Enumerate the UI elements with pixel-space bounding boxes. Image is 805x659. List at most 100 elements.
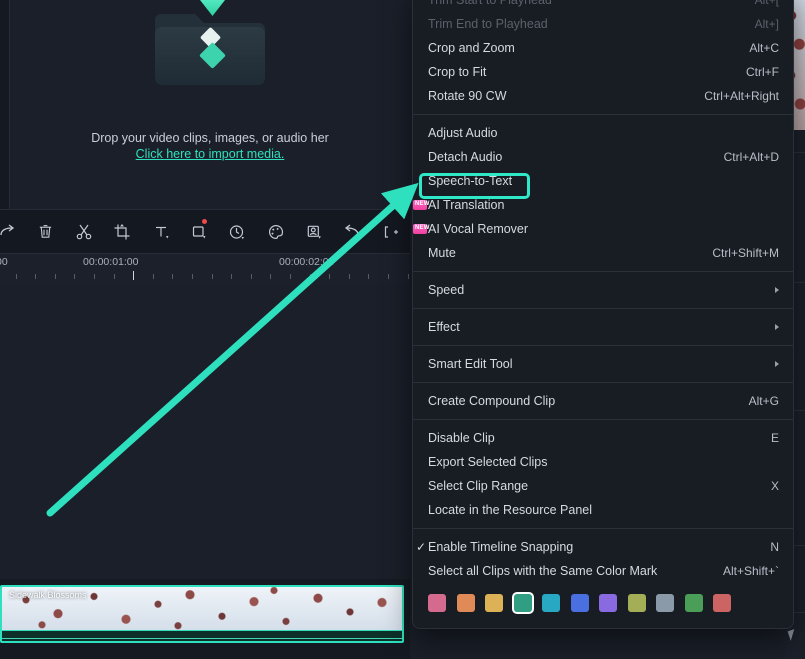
menu-item-export-selected-clips[interactable]: Export Selected Clips (413, 450, 793, 474)
import-media-link[interactable]: Click here to import media. (10, 147, 410, 161)
menu-item-label: Create Compound Clip (428, 394, 556, 408)
crop-icon[interactable] (103, 209, 141, 254)
menu-item-shortcut: Ctrl+Shift+M (712, 246, 779, 260)
color-mark-orange[interactable] (456, 594, 475, 612)
video-clip[interactable]: Sidewalk Blossoms (0, 585, 404, 643)
menu-item-adjust-audio[interactable]: Adjust Audio (413, 121, 793, 145)
sticker-icon[interactable] (295, 209, 333, 254)
new-badge: NEW (413, 224, 429, 234)
context-menu-item-list: Trim Start to Playhead Alt+[ Trim End to P… (413, 0, 793, 583)
speed-icon[interactable] (218, 209, 256, 254)
ruler-tick (348, 274, 350, 279)
menu-item-detach-audio[interactable]: Detach Audio Ctrl+Alt+D (413, 145, 793, 169)
menu-item-crop-to-fit[interactable]: Crop to Fit Ctrl+F (413, 60, 793, 84)
menu-item-label: Rotate 90 CW (428, 89, 507, 103)
timeline-ruler[interactable]: 00 00:00:01:00 00:00:02:00 (0, 254, 527, 284)
menu-item-shortcut: N (770, 540, 779, 554)
menu-item-label: Locate in the Resource Panel (428, 503, 592, 517)
menu-item-shortcut: Ctrl+Alt+D (723, 150, 779, 164)
ruler-tick (388, 274, 389, 279)
ruler-tick (94, 274, 95, 279)
color-mark-red[interactable] (713, 594, 731, 612)
color-mark-green[interactable] (684, 594, 703, 612)
menu-item-label: Trim End to Playhead (428, 17, 548, 31)
redo-icon[interactable] (0, 209, 26, 254)
menu-item-trim-end-to-playhead: Trim End to Playhead Alt+] (413, 12, 793, 36)
color-mark-slate[interactable] (656, 594, 674, 612)
menu-item-shortcut: Ctrl+F (746, 65, 779, 79)
ruler-tick (35, 274, 37, 279)
menu-item-label: Detach Audio (428, 150, 503, 164)
undo-icon[interactable] (333, 209, 371, 254)
color-mark-teal[interactable] (513, 594, 532, 612)
menu-item-label: Mute (428, 246, 456, 260)
color-mark-blue[interactable] (570, 594, 589, 612)
menu-item-speech-to-text[interactable]: Speech-to-Text (413, 169, 793, 193)
menu-item-label: Trim Start to Playhead (428, 0, 552, 7)
menu-item-label: Export Selected Clips (428, 455, 548, 469)
clip-context-menu[interactable]: Trim Start to Playhead Alt+[ Trim End to P… (413, 0, 793, 628)
chevron-right-icon (775, 324, 779, 330)
ruler-tick (192, 274, 193, 279)
menu-item-enable-timeline-snapping[interactable]: ✓ Enable Timeline Snapping N (413, 535, 793, 559)
menu-item-shortcut: Ctrl+Alt+Right (704, 89, 779, 103)
ruler-tick (368, 274, 370, 279)
drop-media-text: Drop your video clips, images, or audio … (91, 131, 329, 145)
menu-item-label: Crop and Zoom (428, 41, 515, 55)
ruler-label: 00:00:02:00 (279, 256, 335, 268)
marker-icon[interactable] (372, 209, 410, 254)
ruler-tick (152, 274, 154, 279)
ruler-tick (309, 274, 311, 279)
ruler-tick (172, 274, 174, 279)
color-mark-pink[interactable] (428, 594, 446, 612)
menu-item-effect[interactable]: Effect (413, 315, 793, 339)
split-scissors-icon[interactable] (65, 209, 103, 254)
menu-item-shortcut: Alt+G (748, 394, 779, 408)
menu-item-label: Select Clip Range (428, 479, 529, 493)
menu-item-locate-in-the-resource-panel[interactable]: Locate in the Resource Panel (413, 498, 793, 522)
menu-item-shortcut: E (770, 431, 779, 445)
menu-item-crop-and-zoom[interactable]: Crop and Zoom Alt+C (413, 36, 793, 60)
menu-item-label: Crop to Fit (428, 65, 487, 79)
menu-item-select-clip-range[interactable]: Select Clip Range X (413, 474, 793, 498)
menu-item-create-compound-clip[interactable]: Create Compound Clip Alt+G (413, 389, 793, 413)
timeline-body[interactable] (0, 284, 410, 579)
color-palette-icon[interactable] (257, 209, 295, 254)
menu-item-disable-clip[interactable]: Disable Clip E (413, 426, 793, 450)
ruler-label: 00 (0, 256, 8, 268)
mask-icon[interactable] (180, 209, 218, 254)
menu-item-label: Adjust Audio (428, 126, 498, 140)
color-mark-cyan[interactable] (542, 594, 560, 612)
menu-item-shortcut: Alt+] (754, 17, 779, 31)
menu-item-label: Speech-to-Text (428, 174, 513, 188)
menu-item-ai-translation[interactable]: NEW AI Translation (413, 193, 793, 217)
ruler-tick (15, 274, 17, 279)
menu-item-trim-start-to-playhead: Trim Start to Playhead Alt+[ (413, 0, 793, 12)
menu-item-label: Smart Edit Tool (428, 357, 513, 371)
color-mark-olive[interactable] (627, 594, 646, 612)
menu-item-speed[interactable]: Speed (413, 278, 793, 302)
color-mark-yellow[interactable] (485, 594, 503, 612)
clip-name-label: Sidewalk Blossoms (9, 590, 87, 600)
menu-item-label: Enable Timeline Snapping (428, 540, 574, 554)
delete-icon[interactable] (26, 209, 64, 254)
media-import-panel[interactable]: Drop your video clips, images, or audio … (10, 0, 410, 208)
menu-item-shortcut: Alt+[ (754, 0, 779, 7)
text-icon[interactable] (141, 209, 179, 254)
menu-item-rotate-90-cw[interactable]: Rotate 90 CW Ctrl+Alt+Right (413, 84, 793, 108)
color-mark-purple[interactable] (599, 594, 617, 612)
menu-item-label: Speed (428, 283, 465, 297)
ruler-tick (231, 274, 233, 279)
color-mark-swatches[interactable] (428, 594, 779, 612)
menu-item-smart-edit-tool[interactable]: Smart Edit Tool (413, 352, 793, 376)
checkmark-icon: ✓ (416, 540, 427, 554)
folder-with-download-arrow-icon (135, 0, 285, 104)
ruler-tick (211, 274, 213, 279)
menu-item-ai-vocal-remover[interactable]: NEW AI Vocal Remover (413, 217, 793, 241)
menu-item-mute[interactable]: Mute Ctrl+Shift+M (413, 241, 793, 265)
timeline-track[interactable]: Sidewalk Blossoms (0, 579, 410, 659)
clip-audio-waveform (2, 630, 402, 641)
chevron-right-icon (775, 361, 779, 367)
menu-item-select-all-clips-with-the-same-color-mark[interactable]: Select all Clips with the Same Color Mar… (413, 559, 793, 583)
ruler-label: 00:00:01:00 (83, 256, 139, 268)
